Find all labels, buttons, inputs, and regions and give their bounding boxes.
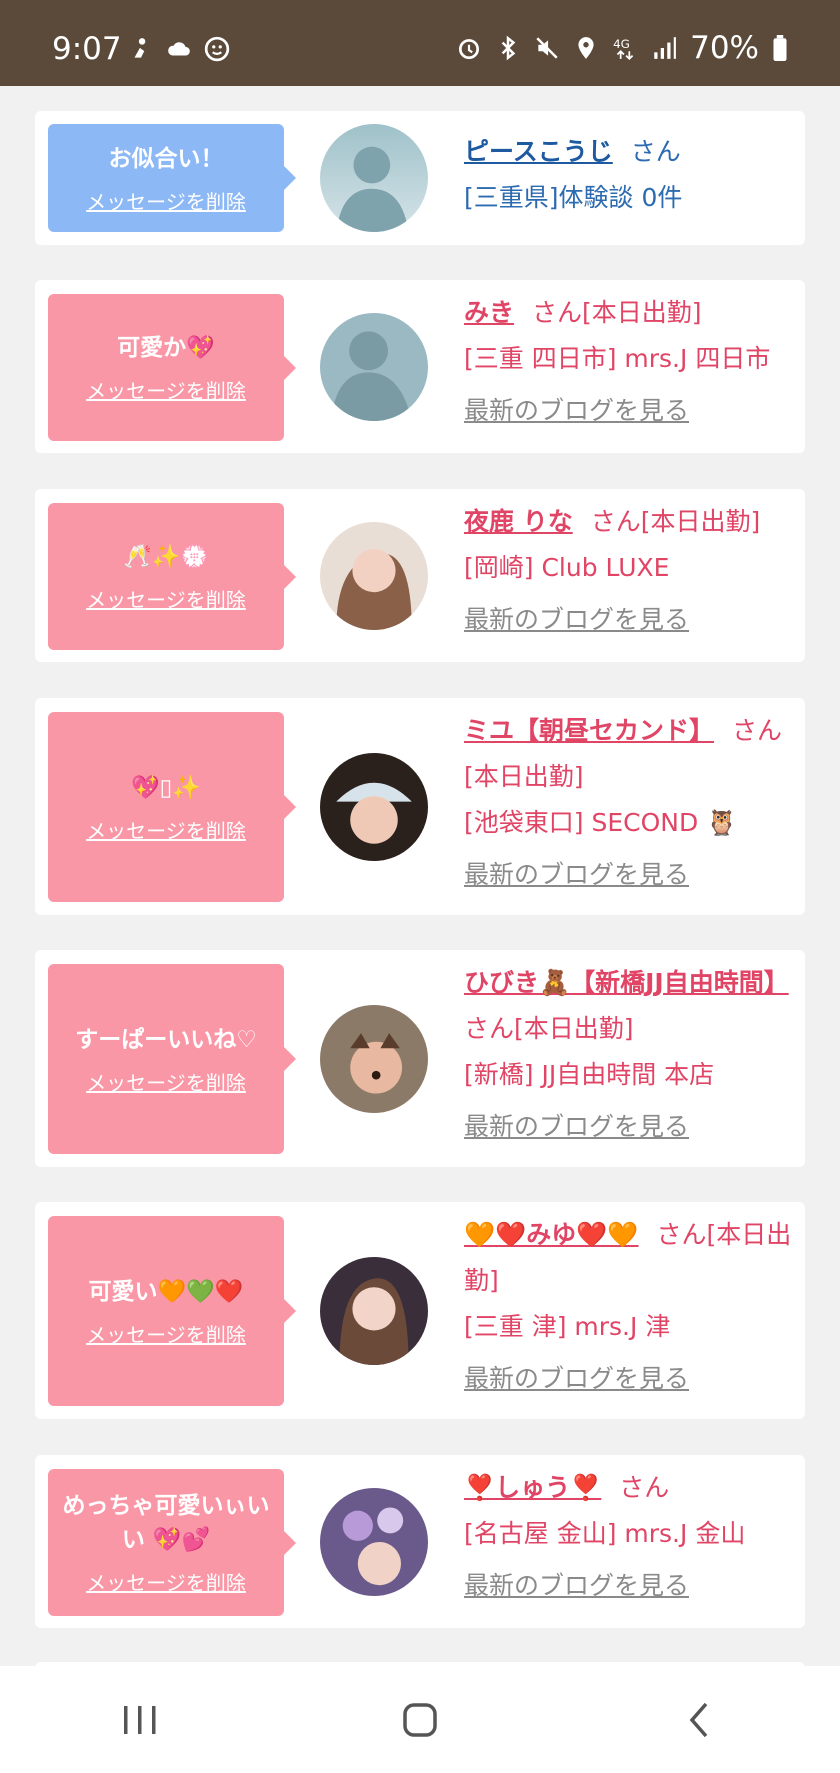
message-card: 💖▯✨ メッセージを削除 ミユ【朝昼セカンド】 さん[本日出勤] [池袋東口] S… <box>35 698 805 915</box>
message-card: 可愛か💖 メッセージを削除 みき さん[本日出勤] [三重 四日市] mrs.J … <box>35 280 805 453</box>
blog-link[interactable]: 最新のブログを見る <box>464 1356 799 1402</box>
message-bubble: 可愛い🧡💚❤️ メッセージを削除 <box>48 1216 296 1406</box>
card-subtitle: [岡崎] Club LUXE <box>464 553 670 582</box>
message-bubble: 可愛か💖 メッセージを削除 <box>48 294 296 441</box>
back-button[interactable] <box>670 1690 730 1750</box>
message-card: 🥂✨💮 メッセージを削除 夜鹿 りな さん[本日出勤] [岡崎] Club LUX… <box>35 489 805 662</box>
delete-message-link[interactable]: メッセージを削除 <box>86 375 246 404</box>
home-button[interactable] <box>390 1690 450 1750</box>
delete-message-link[interactable]: メッセージを削除 <box>86 815 246 844</box>
delete-message-link[interactable]: メッセージを削除 <box>86 1067 246 1096</box>
message-text: お似合い！ <box>108 145 224 172</box>
avatar[interactable] <box>320 753 428 861</box>
recents-icon <box>124 1705 156 1734</box>
card-subtitle: [三重 津] mrs.J 津 <box>464 1312 671 1341</box>
message-text: 🥂✨💮 <box>123 544 209 570</box>
name-suffix: さん[本日出勤] <box>532 298 702 327</box>
name-line: 🧡❤️みゆ❤️🧡 さん[本日出勤] <box>464 1212 799 1304</box>
message-card: 可愛い🧡💚❤️ メッセージを削除 🧡❤️みゆ❤️🧡 さん[本日出勤] [三重 津]… <box>35 1202 805 1419</box>
activity-icon <box>128 36 154 62</box>
message-bubble: 🥂✨💮 メッセージを削除 <box>48 503 296 650</box>
card-info: ピースこうじ さん [三重県]体験談 0件 <box>464 129 799 221</box>
battery-icon <box>772 35 788 61</box>
profile-name-link[interactable]: 🧡❤️みゆ❤️🧡 <box>464 1220 639 1249</box>
avatar[interactable] <box>320 313 428 421</box>
delete-message-link[interactable]: メッセージを削除 <box>86 1567 246 1596</box>
home-icon <box>403 1702 437 1737</box>
card-info: 🧡❤️みゆ❤️🧡 さん[本日出勤] [三重 津] mrs.J 津 最新のブログを見… <box>464 1212 799 1402</box>
mute-icon <box>534 35 560 61</box>
name-suffix: さん <box>619 1473 670 1502</box>
profile-name-link[interactable]: みき <box>464 298 514 327</box>
message-bubble: めっちゃ可愛いぃいい 💖💕 メッセージを削除 <box>48 1469 296 1616</box>
status-left-icons <box>128 36 230 62</box>
card-info: ❣️しゅう❣️ さん [名古屋 金山] mrs.J 金山 最新のブログを見る <box>464 1465 799 1609</box>
avatar[interactable] <box>320 1005 428 1113</box>
alarm-icon <box>456 35 482 61</box>
location-icon <box>573 35 599 61</box>
profile-name-link[interactable]: ひびき🧸【新橋JJ自由時間】 <box>464 968 789 997</box>
message-card: すーぱーいいね♡ メッセージを削除 ひびき🧸【新橋JJ自由時間】さん[本日出勤]… <box>35 950 805 1167</box>
card-subtitle: [三重県]体験談 0件 <box>464 183 683 212</box>
recents-button[interactable] <box>110 1690 170 1750</box>
battery-text: 70% <box>690 30 759 66</box>
name-suffix: さん <box>630 137 681 166</box>
name-suffix: さん[本日出勤] <box>590 507 761 536</box>
card-info: ミユ【朝昼セカンド】 さん[本日出勤] [池袋東口] SECOND 🦉 最新のブロ… <box>464 708 799 898</box>
avatar[interactable] <box>320 1257 428 1365</box>
delete-message-link[interactable]: メッセージを削除 <box>86 186 246 215</box>
blog-link[interactable]: 最新のブログを見る <box>464 852 799 898</box>
message-text: 可愛い🧡💚❤️ <box>88 1278 244 1305</box>
message-bubble: 💖▯✨ メッセージを削除 <box>48 712 296 902</box>
profile-name-link[interactable]: ❣️しゅう❣️ <box>464 1473 601 1502</box>
card-subtitle: [池袋東口] SECOND 🦉 <box>464 808 738 837</box>
avatar[interactable] <box>320 1488 428 1596</box>
name-line: ピースこうじ さん <box>464 129 799 175</box>
name-line: ミユ【朝昼セカンド】 さん[本日出勤] <box>464 708 799 800</box>
name-line: ❣️しゅう❣️ さん <box>464 1465 799 1511</box>
4g-icon: 4G <box>612 35 638 61</box>
blog-link[interactable]: 最新のブログを見る <box>464 597 799 643</box>
avatar[interactable] <box>320 124 428 232</box>
cloud-icon <box>166 36 192 62</box>
card-info: ひびき🧸【新橋JJ自由時間】さん[本日出勤] [新橋] JJ自由時間 本店 最新… <box>464 960 799 1150</box>
bluetooth-icon <box>495 35 521 61</box>
card-subtitle: [名古屋 金山] mrs.J 金山 <box>464 1519 746 1548</box>
name-line: 夜鹿 りな さん[本日出勤] <box>464 499 799 545</box>
status-time: 9:07 <box>52 31 122 67</box>
card-subtitle: [新橋] JJ自由時間 本店 <box>464 1060 715 1089</box>
status-bar: 9:07 4G 70% <box>0 0 840 86</box>
avatar[interactable] <box>320 522 428 630</box>
message-text: すーぱーいいね♡ <box>75 1026 257 1053</box>
delete-message-link[interactable]: メッセージを削除 <box>86 1319 246 1348</box>
name-line: みき さん[本日出勤] <box>464 290 799 336</box>
message-card: めっちゃ可愛いぃいい 💖💕 メッセージを削除 ❣️しゅう❣️ さん [名古屋 金山… <box>35 1455 805 1628</box>
svg-text:4G: 4G <box>613 37 630 51</box>
profile-name-link[interactable]: 夜鹿 りな <box>464 507 573 536</box>
message-bubble: お似合い！ メッセージを削除 <box>48 124 296 232</box>
blog-link[interactable]: 最新のブログを見る <box>464 388 799 434</box>
name-line: ひびき🧸【新橋JJ自由時間】さん[本日出勤] <box>464 960 799 1052</box>
message-card: お似合い！ メッセージを削除 ピースこうじ さん [三重県]体験談 0件 <box>35 111 805 245</box>
navigation-bar <box>0 1666 840 1773</box>
profile-name-link[interactable]: ピースこうじ <box>464 137 613 166</box>
message-bubble: すーぱーいいね♡ メッセージを削除 <box>48 964 296 1154</box>
name-suffix: さん[本日出勤] <box>464 1014 634 1043</box>
blog-link[interactable]: 最新のブログを見る <box>464 1104 799 1150</box>
profile-name-link[interactable]: ミユ【朝昼セカンド】 <box>464 716 714 745</box>
message-text: 💖▯✨ <box>131 774 201 801</box>
message-text: めっちゃ可愛いぃいい 💖💕 <box>62 1493 270 1553</box>
face-icon <box>204 36 230 62</box>
back-icon <box>689 1702 708 1737</box>
card-info: みき さん[本日出勤] [三重 四日市] mrs.J 四日市 最新のブログを見る <box>464 290 799 434</box>
message-text: 可愛か💖 <box>117 335 215 361</box>
status-right: 4G 70% <box>456 30 788 66</box>
blog-link[interactable]: 最新のブログを見る <box>464 1563 799 1609</box>
signal-icon <box>651 35 677 61</box>
delete-message-link[interactable]: メッセージを削除 <box>86 584 246 613</box>
card-info: 夜鹿 りな さん[本日出勤] [岡崎] Club LUXE 最新のブログを見る <box>464 499 799 643</box>
card-subtitle: [三重 四日市] mrs.J 四日市 <box>464 344 771 373</box>
